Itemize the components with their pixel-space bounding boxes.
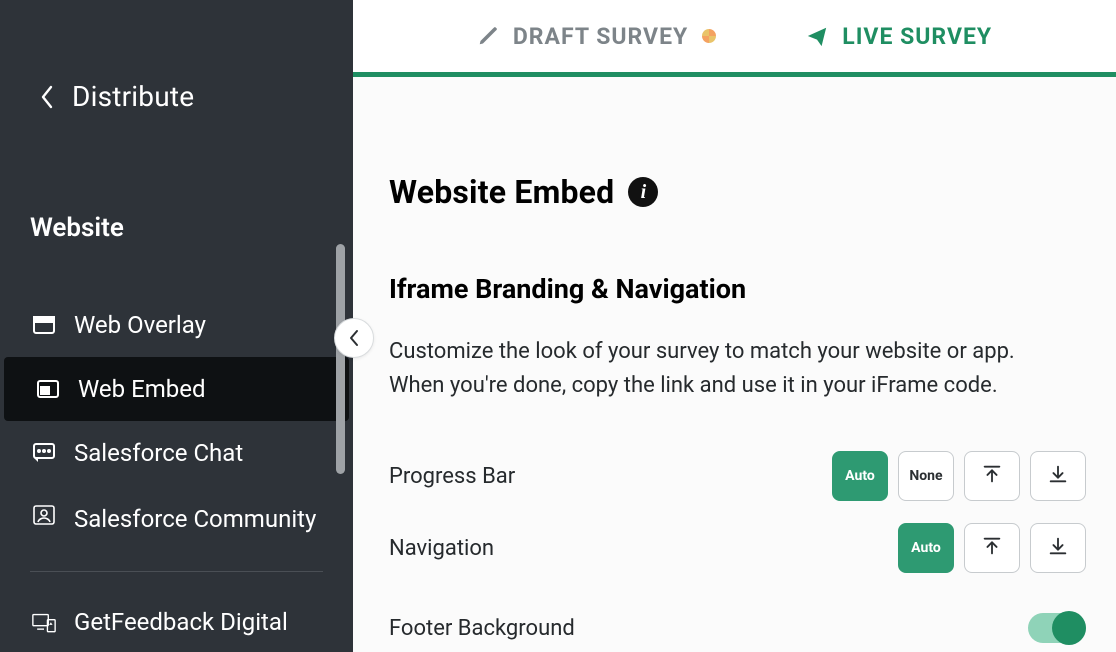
scrollbar-thumb[interactable] <box>336 244 345 474</box>
setting-label: Footer Background <box>389 616 575 641</box>
sidebar-item-web-overlay[interactable]: Web Overlay <box>0 293 353 357</box>
chevron-left-icon <box>40 85 54 109</box>
sidebar-item-salesforce-community[interactable]: Salesforce Community <box>0 485 353 553</box>
option-none[interactable]: None <box>898 451 954 501</box>
tab-label: DRAFT SURVEY <box>513 23 688 50</box>
section-subheading: Iframe Branding & Navigation <box>389 273 1086 305</box>
arrow-down-bar-icon <box>1047 463 1069 489</box>
option-top[interactable] <box>964 523 1020 573</box>
setting-label: Progress Bar <box>389 464 515 489</box>
footer-background-toggle[interactable] <box>1028 613 1086 643</box>
option-top[interactable] <box>964 451 1020 501</box>
sidebar-item-label: Web Overlay <box>74 311 206 339</box>
sidebar-item-salesforce-chat[interactable]: Salesforce Chat <box>0 421 353 485</box>
sidebar-section-title: Website <box>0 113 353 243</box>
beta-indicator-icon <box>702 29 716 43</box>
arrow-up-bar-icon <box>981 463 1003 489</box>
arrow-up-bar-icon <box>981 535 1003 561</box>
page-title: Website Embed <box>389 173 614 211</box>
tab-draft-survey[interactable]: DRAFT SURVEY <box>477 23 716 50</box>
content: Website Embed i Iframe Branding & Naviga… <box>353 77 1116 643</box>
back-label: Distribute <box>72 80 194 113</box>
info-icon[interactable]: i <box>628 177 658 207</box>
overlay-icon <box>32 313 56 337</box>
sidebar-item-web-embed[interactable]: Web Embed <box>4 357 349 421</box>
main: DRAFT SURVEY LIVE SURVEY Website Embed i… <box>353 0 1116 652</box>
setting-label: Navigation <box>389 536 494 561</box>
tab-live-survey[interactable]: LIVE SURVEY <box>806 23 992 50</box>
digital-icon <box>32 610 56 634</box>
sidebar-item-label: Salesforce Chat <box>74 439 243 467</box>
send-icon <box>806 25 828 47</box>
embed-icon <box>36 377 60 401</box>
option-auto[interactable]: Auto <box>832 451 888 501</box>
back-button[interactable]: Distribute <box>0 0 353 113</box>
sidebar-nav: Web Overlay Web Embed Salesforce Chat Sa… <box>0 293 353 652</box>
sidebar-item-label: GetFeedback Digital <box>74 608 288 636</box>
sidebar-item-getfeedback-digital[interactable]: GetFeedback Digital <box>0 590 353 652</box>
sidebar-item-label: Web Embed <box>78 375 206 403</box>
pencil-icon <box>477 25 499 47</box>
sidebar: Distribute Website Web Overlay Web Embed… <box>0 0 353 652</box>
chat-icon <box>32 441 56 465</box>
option-bottom[interactable] <box>1030 523 1086 573</box>
option-bottom[interactable] <box>1030 451 1086 501</box>
community-icon <box>32 503 56 527</box>
collapse-sidebar-button[interactable] <box>334 318 374 358</box>
tab-label: LIVE SURVEY <box>842 23 992 50</box>
tabs: DRAFT SURVEY LIVE SURVEY <box>353 0 1116 72</box>
sidebar-item-label: Salesforce Community <box>74 503 316 535</box>
setting-footer-background: Footer Background <box>389 613 1086 643</box>
navigation-options: Auto <box>898 523 1086 573</box>
setting-progress-bar: Progress Bar Auto None <box>389 451 1086 501</box>
sidebar-divider <box>30 571 323 572</box>
setting-navigation: Navigation Auto <box>389 523 1086 573</box>
progress-bar-options: Auto None <box>832 451 1086 501</box>
section-description: Customize the look of your survey to mat… <box>389 335 1069 403</box>
arrow-down-bar-icon <box>1047 535 1069 561</box>
option-auto[interactable]: Auto <box>898 523 954 573</box>
toggle-knob <box>1052 611 1086 645</box>
